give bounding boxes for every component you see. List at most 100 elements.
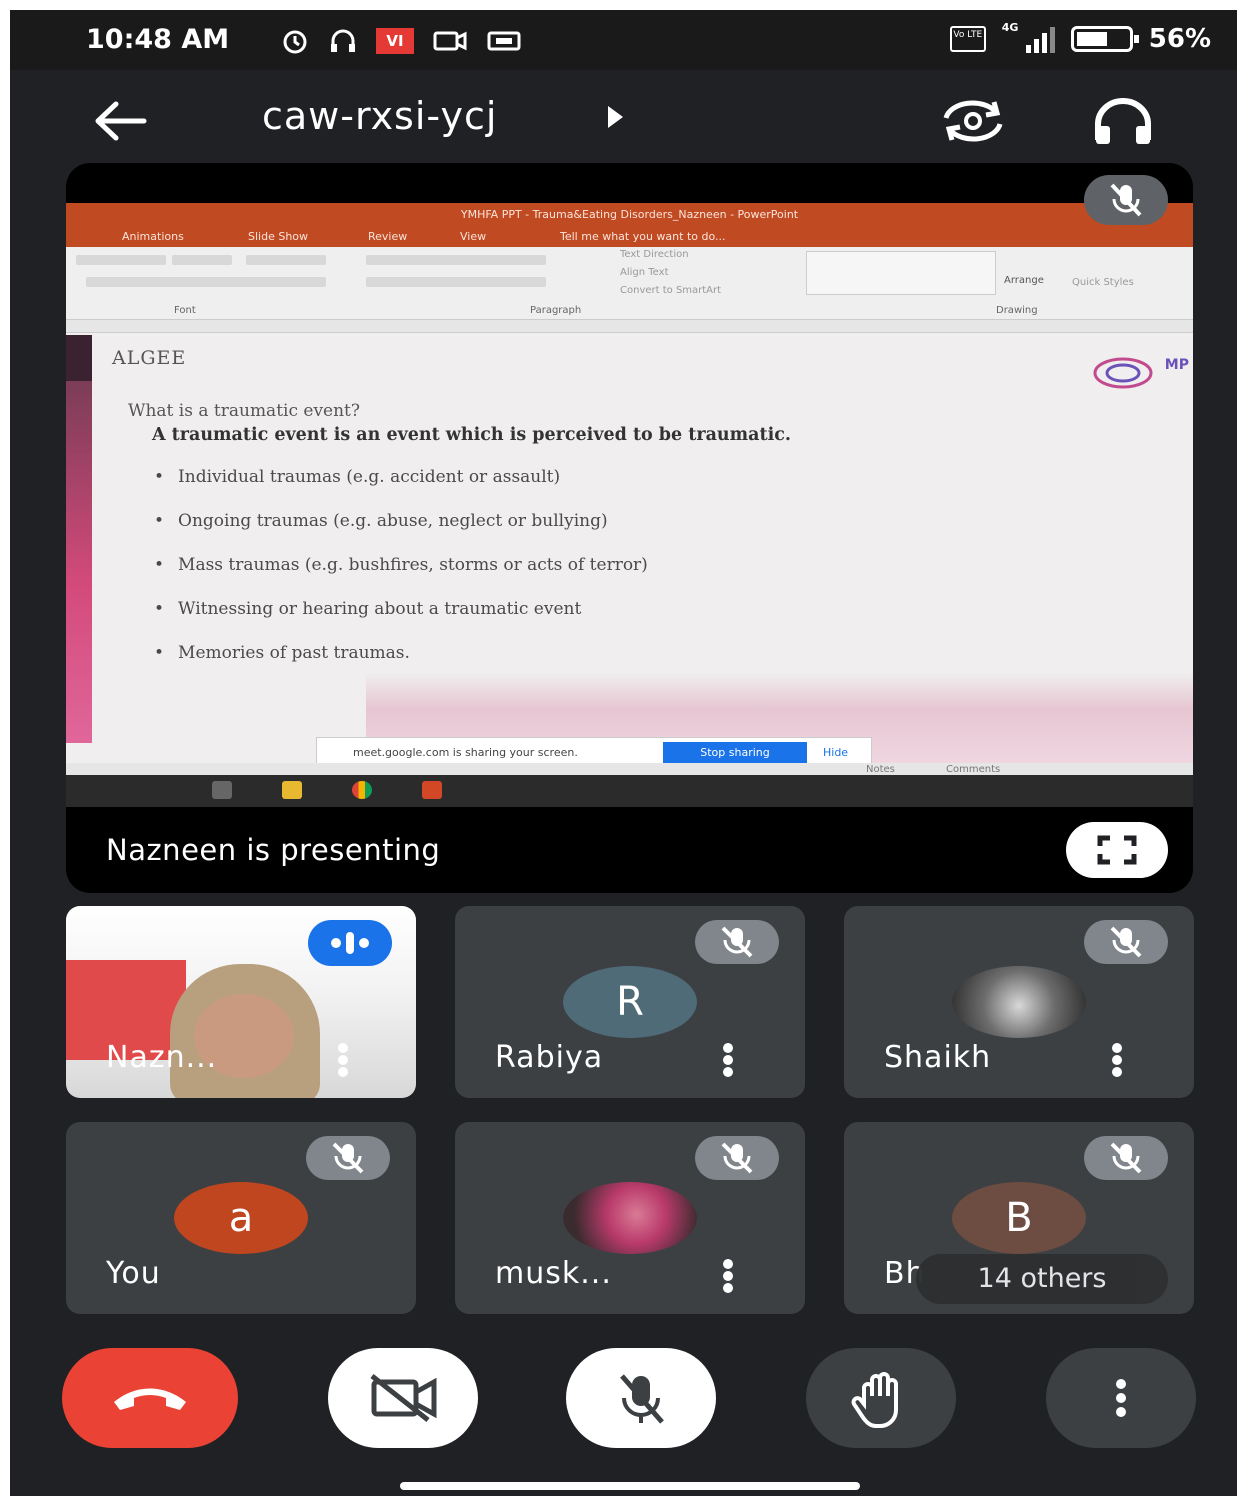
more-vert-icon[interactable]: [328, 1040, 358, 1080]
logo-text: MP: [1164, 357, 1189, 373]
participant-tile[interactable]: a You: [66, 1122, 416, 1314]
ribbon-controls: [366, 255, 546, 265]
presenting-label: Nazneen is presenting: [106, 833, 441, 867]
ppt-window-title: YMHFA PPT - Trauma&Eating Disorders_Nazn…: [66, 203, 1193, 227]
ppt-tab: Tell me what you want to do...: [560, 230, 726, 243]
signal-icon: 4G: [1002, 21, 1055, 53]
mic-off-icon: [1084, 1136, 1168, 1180]
slide-bullet: Ongoing traumas (e.g. abuse, neglect or …: [154, 509, 648, 553]
slide-bullets: Individual traumas (e.g. accident or ass…: [154, 465, 648, 685]
speaking-indicator-icon: [308, 920, 392, 966]
more-vert-icon[interactable]: [1102, 1040, 1132, 1080]
more-vert-icon: [1116, 1379, 1126, 1417]
headphones-icon[interactable]: [1090, 96, 1156, 148]
ppt-tab: Review: [368, 230, 408, 243]
participant-tile[interactable]: B Bh 14 others: [844, 1122, 1194, 1314]
others-button[interactable]: 14 others: [916, 1254, 1168, 1304]
volte-badge: Vo LTE: [949, 26, 986, 52]
mic-off-icon: [1084, 175, 1168, 225]
ppt-ribbon: Text Direction Align Text Convert to Sma…: [66, 247, 1193, 319]
task-view-icon: [212, 781, 232, 799]
ribbon-controls: [86, 277, 326, 287]
ribbon-item: Text Direction: [620, 249, 689, 260]
participant-tile[interactable]: Nazn...: [66, 906, 416, 1098]
headphones-status-icon: [331, 29, 355, 52]
stop-sharing-button[interactable]: Stop sharing: [663, 742, 807, 764]
participant-name: Nazn...: [106, 1040, 218, 1075]
powerpoint-icon: [422, 781, 442, 799]
font-box: [76, 255, 166, 265]
end-call-button[interactable]: [62, 1348, 238, 1448]
status-bar: 10:48 AM VI Vo LTE 4G 56%: [10, 10, 1237, 70]
switch-camera-icon[interactable]: [938, 96, 1008, 146]
alarm-icon: [283, 30, 307, 54]
meeting-top-bar: caw-rxsi-ycj: [10, 70, 1237, 170]
avatar: a: [174, 1182, 308, 1254]
share-message: meet.google.com is sharing your screen.: [353, 746, 578, 759]
participant-tile[interactable]: R Rabiya: [455, 906, 805, 1098]
more-vert-icon[interactable]: [713, 1256, 743, 1296]
slide-lead: A traumatic event is an event which is p…: [152, 425, 791, 445]
participant-tile[interactable]: musk...: [455, 1122, 805, 1314]
slide-bullet: Mass traumas (e.g. bushfires, storms or …: [154, 553, 648, 597]
ribbon-group: Font: [174, 305, 196, 316]
end-call-icon: [114, 1388, 186, 1410]
file-explorer-icon: [282, 781, 302, 799]
ribbon-group: Drawing: [996, 305, 1038, 316]
avatar: B: [952, 1182, 1086, 1254]
raise-hand-button[interactable]: [806, 1348, 956, 1448]
home-indicator[interactable]: [400, 1482, 860, 1490]
hide-link[interactable]: Hide: [823, 746, 848, 759]
ribbon-controls: [366, 277, 546, 287]
avatar: [563, 1182, 697, 1254]
camera-toggle-button[interactable]: [328, 1348, 478, 1448]
status-right: Vo LTE 4G 56%: [949, 21, 1211, 54]
ribbon-controls: [246, 255, 326, 265]
slide-question: What is a traumatic event?: [128, 401, 361, 421]
phone-screen: 10:48 AM VI Vo LTE 4G 56% caw-rxsi-ycj Y…: [10, 10, 1237, 1496]
slide-decoration: [66, 335, 92, 381]
slide-heading: ALGEE: [112, 347, 187, 369]
battery-icon: [1070, 26, 1139, 52]
mic-off-icon: [620, 1374, 664, 1424]
carrier-badge: VI: [376, 28, 414, 54]
notes-label: Notes: [866, 764, 895, 775]
mic-off-icon: [1084, 920, 1168, 964]
slide-bullet: Individual traumas (e.g. accident or ass…: [154, 465, 648, 509]
avatar: R: [563, 966, 697, 1038]
ruler: [66, 319, 1193, 333]
mic-toggle-button[interactable]: [566, 1348, 716, 1448]
shapes-gallery: [806, 251, 996, 295]
fullscreen-button[interactable]: [1066, 822, 1168, 878]
slide: ALGEE What is a traumatic event? A traum…: [66, 333, 1193, 763]
avatar: [952, 966, 1086, 1038]
raise-hand-icon: [851, 1372, 898, 1428]
presentation-tile[interactable]: YMHFA PPT - Trauma&Eating Disorders_Nazn…: [66, 163, 1193, 893]
participant-name: musk...: [495, 1256, 612, 1291]
slide-decoration: [66, 343, 92, 743]
more-vert-icon[interactable]: [713, 1040, 743, 1080]
ribbon-item: Align Text: [620, 267, 669, 278]
meeting-code[interactable]: caw-rxsi-ycj: [262, 94, 497, 138]
fullscreen-icon: [1097, 835, 1137, 865]
ribbon-item: Quick Styles: [1072, 277, 1134, 288]
comments-label: Comments: [946, 764, 1001, 775]
status-time: 10:48 AM: [86, 24, 230, 55]
network-type: 4G: [1001, 21, 1019, 34]
more-options-button[interactable]: [1046, 1348, 1196, 1448]
status-icons: VI: [280, 26, 522, 56]
mic-off-icon: [306, 1136, 390, 1180]
participant-name: Rabiya: [495, 1040, 604, 1075]
ppt-ribbon-tabs: Animations Slide Show Review View Tell m…: [66, 227, 1193, 247]
ppt-tab: Animations: [122, 230, 184, 243]
slide-bullet: Memories of past traumas.: [154, 641, 648, 685]
participant-tile[interactable]: Shaikh: [844, 906, 1194, 1098]
ppt-tab: View: [460, 230, 487, 243]
chrome-icon: [352, 781, 372, 799]
video-status-icon: [433, 31, 467, 51]
chevron-right-icon[interactable]: [608, 106, 623, 128]
participant-name: Shaikh: [884, 1040, 992, 1075]
back-arrow-icon[interactable]: [90, 96, 150, 146]
slide-bullet: Witnessing or hearing about a traumatic …: [154, 597, 648, 641]
cast-status-icon: [487, 31, 521, 51]
